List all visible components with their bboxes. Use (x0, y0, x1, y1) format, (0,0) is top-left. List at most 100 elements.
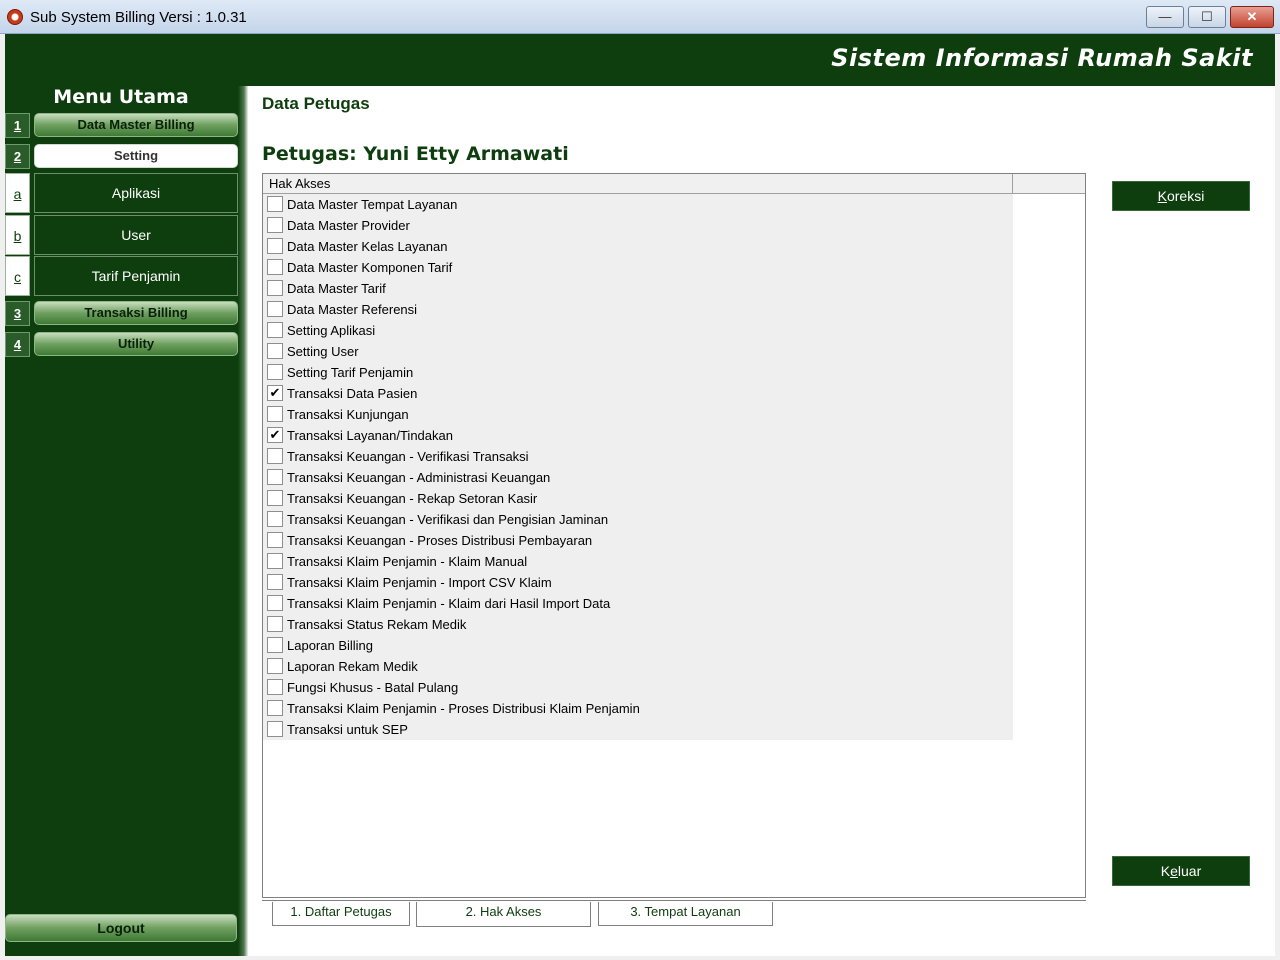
hak-akses-grid[interactable]: Hak Akses Data Master Tempat Layanan Data… (262, 173, 1086, 898)
hak-akses-row[interactable]: Transaksi Klaim Penjamin - Proses Distri… (263, 698, 1013, 719)
hak-akses-checkbox[interactable] (267, 595, 283, 611)
hak-akses-label: Transaksi Layanan/Tindakan (287, 428, 453, 443)
hak-akses-label: Transaksi Klaim Penjamin - Klaim dari Ha… (287, 596, 611, 611)
hak-akses-checkbox[interactable] (267, 259, 283, 275)
hak-akses-row[interactable]: Transaksi Kunjungan (263, 404, 1013, 425)
submenu-button-user[interactable]: User (34, 215, 238, 255)
menu-number[interactable]: 3 (5, 301, 30, 326)
koreksi-button[interactable]: Koreksi (1112, 181, 1250, 211)
hak-akses-row[interactable]: Transaksi Keuangan - Administrasi Keuang… (263, 467, 1013, 488)
hak-akses-label: Transaksi Klaim Penjamin - Klaim Manual (287, 554, 528, 569)
hak-akses-label: Setting User (287, 344, 359, 359)
hak-akses-row[interactable]: Setting Tarif Penjamin (263, 362, 1013, 383)
hak-akses-label: Data Master Kelas Layanan (287, 239, 448, 254)
hak-akses-checkbox[interactable] (267, 322, 283, 338)
column-header-hak-akses[interactable]: Hak Akses (263, 174, 1013, 194)
close-button[interactable]: ✕ (1230, 6, 1274, 28)
tab-daftar-petugas[interactable]: 1. Daftar Petugas (272, 902, 410, 926)
hak-akses-row[interactable]: Data Master Komponen Tarif (263, 257, 1013, 278)
hak-akses-row[interactable]: Transaksi untuk SEP (263, 719, 1013, 740)
menu-number[interactable]: 1 (5, 113, 30, 138)
keluar-label-end: luar (1177, 863, 1202, 879)
hak-akses-checkbox[interactable] (267, 427, 283, 443)
hak-akses-checkbox[interactable] (267, 196, 283, 212)
hak-akses-row[interactable]: Data Master Tarif (263, 278, 1013, 299)
minimize-button[interactable]: — (1146, 6, 1184, 28)
submenu-letter[interactable]: a (5, 173, 30, 213)
tab-tempat-layanan[interactable]: 3. Tempat Layanan (598, 902, 773, 926)
maximize-button[interactable]: ☐ (1188, 6, 1226, 28)
submenu-letter[interactable]: b (5, 215, 30, 255)
hak-akses-checkbox[interactable] (267, 616, 283, 632)
hak-akses-row[interactable]: Transaksi Keuangan - Verifikasi dan Peng… (263, 509, 1013, 530)
hak-akses-row[interactable]: Data Master Tempat Layanan (263, 194, 1013, 215)
menu-number[interactable]: 4 (5, 332, 30, 357)
keluar-button[interactable]: Keluar (1112, 856, 1250, 886)
header-title: Sistem Informasi Rumah Sakit (831, 44, 1253, 72)
hak-akses-checkbox[interactable] (267, 385, 283, 401)
hak-akses-checkbox[interactable] (267, 217, 283, 233)
hak-akses-row[interactable]: Laporan Rekam Medik (263, 656, 1013, 677)
hak-akses-row[interactable]: Transaksi Keuangan - Verifikasi Transaks… (263, 446, 1013, 467)
koreksi-mnemonic: K (1157, 188, 1167, 204)
petugas-name-label: Petugas: Yuni Etty Armawati (262, 143, 569, 165)
hak-akses-row[interactable]: Setting Aplikasi (263, 320, 1013, 341)
hak-akses-row[interactable]: Laporan Billing (263, 635, 1013, 656)
hak-akses-checkbox[interactable] (267, 364, 283, 380)
logout-button[interactable]: Logout (5, 914, 237, 942)
hak-akses-row[interactable]: Data Master Referensi (263, 299, 1013, 320)
hak-akses-row[interactable]: Transaksi Keuangan - Rekap Setoran Kasir (263, 488, 1013, 509)
main-panel: Data Petugas Petugas: Yuni Etty Armawati… (248, 86, 1275, 956)
sidebar: Menu Utama 1 Data Master Billing 2 Setti… (5, 86, 245, 956)
hak-akses-checkbox[interactable] (267, 700, 283, 716)
tab-hak-akses[interactable]: 2. Hak Akses (416, 902, 591, 927)
submenu-button-aplikasi[interactable]: Aplikasi (34, 173, 238, 213)
hak-akses-row[interactable]: Transaksi Klaim Penjamin - Klaim Manual (263, 551, 1013, 572)
hak-akses-checkbox[interactable] (267, 238, 283, 254)
hak-akses-checkbox[interactable] (267, 574, 283, 590)
hak-akses-checkbox[interactable] (267, 469, 283, 485)
hak-akses-checkbox[interactable] (267, 679, 283, 695)
hak-akses-label: Laporan Billing (287, 638, 374, 653)
hak-akses-checkbox[interactable] (267, 658, 283, 674)
menu-button-data-master-billing[interactable]: Data Master Billing (34, 113, 238, 137)
hak-akses-checkbox[interactable] (267, 301, 283, 317)
hak-akses-label: Transaksi Keuangan - Proses Distribusi P… (287, 533, 593, 548)
hak-akses-checkbox[interactable] (267, 280, 283, 296)
menu-button-utility[interactable]: Utility (34, 332, 238, 356)
hak-akses-row[interactable]: Transaksi Keuangan - Proses Distribusi P… (263, 530, 1013, 551)
hak-akses-checkbox[interactable] (267, 406, 283, 422)
menu-title: Menu Utama (53, 86, 189, 108)
keluar-mnemonic: e (1170, 863, 1178, 879)
hak-akses-checkbox[interactable] (267, 343, 283, 359)
menu-button-setting[interactable]: Setting (34, 144, 238, 168)
app-header: Sistem Informasi Rumah Sakit (5, 34, 1275, 86)
hak-akses-checkbox[interactable] (267, 490, 283, 506)
hak-akses-row[interactable]: Data Master Provider (263, 215, 1013, 236)
hak-akses-label: Transaksi Klaim Penjamin - Proses Distri… (287, 701, 640, 716)
hak-akses-checkbox[interactable] (267, 721, 283, 737)
hak-akses-row[interactable]: Transaksi Data Pasien (263, 383, 1013, 404)
hak-akses-row[interactable]: Setting User (263, 341, 1013, 362)
hak-akses-label: Data Master Tempat Layanan (287, 197, 458, 212)
submenu-button-tarif-penjamin[interactable]: Tarif Penjamin (34, 256, 238, 296)
menu-button-transaksi-billing[interactable]: Transaksi Billing (34, 301, 238, 325)
window-title: Sub System Billing Versi : 1.0.31 (30, 9, 247, 26)
hak-akses-checkbox[interactable] (267, 448, 283, 464)
hak-akses-row[interactable]: Transaksi Klaim Penjamin - Klaim dari Ha… (263, 593, 1013, 614)
hak-akses-checkbox[interactable] (267, 637, 283, 653)
hak-akses-checkbox[interactable] (267, 532, 283, 548)
menu-number[interactable]: 2 (5, 144, 30, 169)
hak-akses-row[interactable]: Transaksi Klaim Penjamin - Import CSV Kl… (263, 572, 1013, 593)
hak-akses-label: Setting Aplikasi (287, 323, 376, 338)
hak-akses-checkbox[interactable] (267, 553, 283, 569)
hak-akses-row[interactable]: Fungsi Khusus - Batal Pulang (263, 677, 1013, 698)
hak-akses-label: Transaksi Kunjungan (287, 407, 409, 422)
grid-body: Data Master Tempat Layanan Data Master Pr… (263, 194, 1013, 740)
hak-akses-row[interactable]: Transaksi Status Rekam Medik (263, 614, 1013, 635)
hak-akses-row[interactable]: Transaksi Layanan/Tindakan (263, 425, 1013, 446)
hak-akses-label: Transaksi Keuangan - Verifikasi dan Peng… (287, 512, 609, 527)
submenu-letter[interactable]: c (5, 256, 30, 296)
hak-akses-checkbox[interactable] (267, 511, 283, 527)
hak-akses-row[interactable]: Data Master Kelas Layanan (263, 236, 1013, 257)
